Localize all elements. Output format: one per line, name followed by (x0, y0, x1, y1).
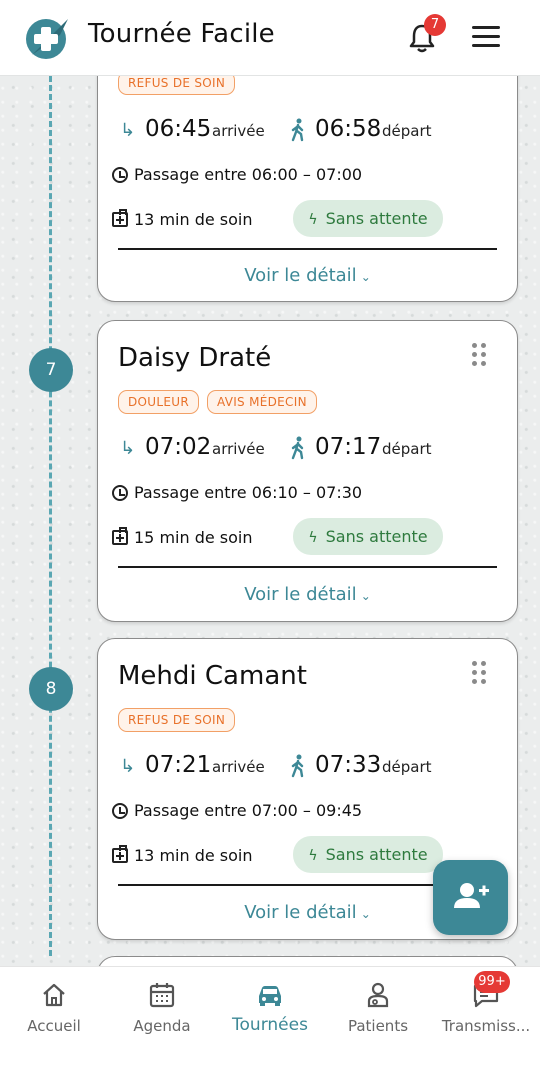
departure-label: départ (382, 758, 432, 776)
medical-kit-icon (112, 845, 128, 863)
notification-badge: 7 (424, 14, 446, 36)
app-header: Tournée Facile 7 (0, 0, 540, 76)
walking-icon (291, 118, 304, 142)
patient-name: Daisy Draté (118, 343, 272, 373)
visit-card[interactable]: REFUS DE SOIN ↳ 06:45 arrivée 06:58 dépa… (97, 40, 518, 302)
step-number: 8 (29, 667, 73, 711)
timeline-line (49, 76, 52, 956)
app-logo-icon (26, 19, 68, 59)
arrival-arrow-icon: ↳ (120, 756, 136, 777)
care-duration: 15 min de soin (112, 527, 253, 547)
clock-icon (112, 485, 128, 501)
passage-window-text: Passage entre 06:10 – 07:30 (134, 483, 363, 502)
step-number: 7 (29, 348, 73, 392)
arrival-label: arrivée (212, 758, 265, 776)
view-detail-link[interactable]: Voir le détail ⌄ (98, 265, 517, 286)
nav-label: Agenda (133, 1017, 191, 1035)
patient-name: Mehdi Camant (118, 661, 307, 691)
nav-item-accueil[interactable]: Accueil (0, 967, 108, 1057)
add-patient-button[interactable] (433, 860, 508, 935)
medical-kit-icon (112, 209, 128, 227)
passage-window-text: Passage entre 07:00 – 09:45 (134, 801, 363, 820)
departure-label: départ (382, 122, 432, 140)
departure-time: 07:17 (315, 434, 382, 460)
card-divider (118, 248, 497, 250)
calendar-icon (149, 983, 175, 1008)
wait-status-badge: ϟ Sans attente (293, 518, 443, 555)
visit-card[interactable]: Daisy Draté DOULEUR AVIS MÉDECIN ↳ 07:02… (97, 320, 518, 622)
view-detail-link[interactable]: Voir le détail ⌄ (98, 584, 517, 605)
transmissions-badge: 99+ (474, 971, 510, 993)
arrival-label: arrivée (212, 122, 265, 140)
tag-list: DOULEUR AVIS MÉDECIN (118, 390, 317, 414)
tag-list: REFUS DE SOIN (118, 708, 236, 732)
passage-window-text: Passage entre 06:00 – 07:00 (134, 165, 363, 184)
walking-icon (291, 754, 304, 778)
drag-handle-icon[interactable] (472, 343, 488, 367)
hamburger-menu-icon[interactable] (472, 26, 500, 50)
time-row: ↳ 06:45 arrivée 06:58 départ (120, 116, 500, 146)
clock-icon (112, 167, 128, 183)
nav-item-tournees[interactable]: Tournées (216, 967, 324, 1057)
home-icon (43, 983, 65, 1007)
departure-label: départ (382, 440, 432, 458)
add-user-icon (454, 883, 489, 908)
passage-window: Passage entre 06:10 – 07:30 (112, 483, 363, 502)
clock-icon (112, 803, 128, 819)
walking-icon (291, 436, 304, 460)
nav-label: Patients (347, 1017, 409, 1035)
bottom-navigation: Accueil Agenda Tournées Patients Transmi… (0, 966, 540, 1091)
tag: DOULEUR (118, 390, 199, 414)
bolt-icon: ϟ (308, 530, 318, 546)
wait-status-text: Sans attente (325, 209, 428, 228)
wait-status-text: Sans attente (325, 845, 428, 864)
care-duration-text: 15 min de soin (134, 528, 253, 547)
view-detail-text: Voir le détail (244, 584, 357, 605)
care-duration-text: 13 min de soin (134, 846, 253, 865)
bolt-icon: ϟ (308, 212, 318, 228)
nav-item-patients[interactable]: Patients (324, 967, 432, 1057)
nav-label: Accueil (27, 1017, 81, 1035)
arrival-label: arrivée (212, 440, 265, 458)
bolt-icon: ϟ (308, 848, 318, 864)
arrival-arrow-icon: ↳ (120, 120, 136, 141)
nav-label: Tournées (232, 1015, 308, 1035)
time-row: ↳ 07:21 arrivée 07:33 départ (120, 752, 500, 782)
chevron-down-icon: ⌄ (360, 589, 371, 603)
arrival-time: 07:21 (145, 752, 212, 778)
nav-label: Transmiss... (441, 1017, 531, 1035)
car-icon (259, 986, 281, 1006)
care-duration: 13 min de soin (112, 209, 253, 229)
medical-kit-icon (112, 527, 128, 545)
arrival-time: 06:45 (145, 116, 212, 142)
departure-time: 06:58 (315, 116, 382, 142)
tag: AVIS MÉDECIN (206, 390, 317, 414)
view-detail-text: Voir le détail (244, 265, 357, 286)
departure-time: 07:33 (315, 752, 382, 778)
care-duration-text: 13 min de soin (134, 210, 253, 229)
wait-status-badge: ϟ Sans attente (293, 836, 443, 873)
tag: REFUS DE SOIN (118, 708, 236, 732)
view-detail-text: Voir le détail (244, 902, 357, 923)
patient-icon (367, 982, 389, 1008)
arrival-time: 07:02 (145, 434, 212, 460)
drag-handle-icon[interactable] (472, 661, 488, 685)
care-duration: 13 min de soin (112, 845, 253, 865)
chevron-down-icon: ⌄ (360, 907, 371, 921)
wait-status-text: Sans attente (325, 527, 428, 546)
passage-window: Passage entre 07:00 – 09:45 (112, 801, 363, 820)
app-title: Tournée Facile (88, 19, 275, 49)
card-divider (118, 566, 497, 568)
nav-item-agenda[interactable]: Agenda (108, 967, 216, 1057)
passage-window: Passage entre 06:00 – 07:00 (112, 165, 363, 184)
time-row: ↳ 07:02 arrivée 07:17 départ (120, 434, 500, 464)
chevron-down-icon: ⌄ (360, 270, 371, 284)
arrival-arrow-icon: ↳ (120, 438, 136, 459)
wait-status-badge: ϟ Sans attente (293, 200, 443, 237)
